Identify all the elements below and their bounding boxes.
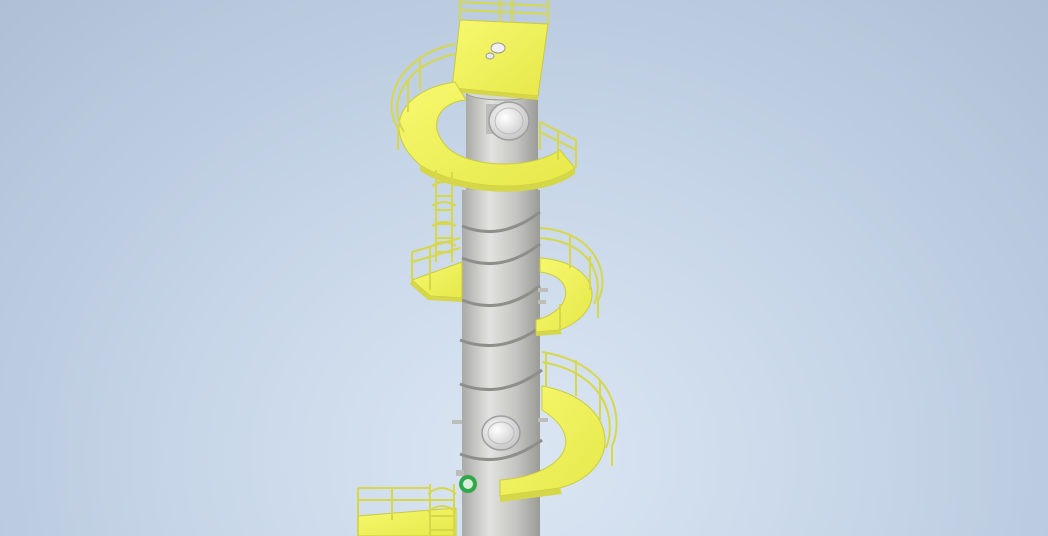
access-ladder[interactable] [431, 170, 457, 262]
bottom-platform[interactable] [357, 484, 457, 536]
manway-bottom[interactable] [481, 415, 521, 451]
column-shell[interactable] [459, 83, 543, 536]
green-nozzle[interactable] [459, 475, 477, 493]
top-platform[interactable] [451, 0, 549, 100]
column-model-render [357, 0, 618, 536]
cad-viewport[interactable] [0, 0, 1048, 536]
